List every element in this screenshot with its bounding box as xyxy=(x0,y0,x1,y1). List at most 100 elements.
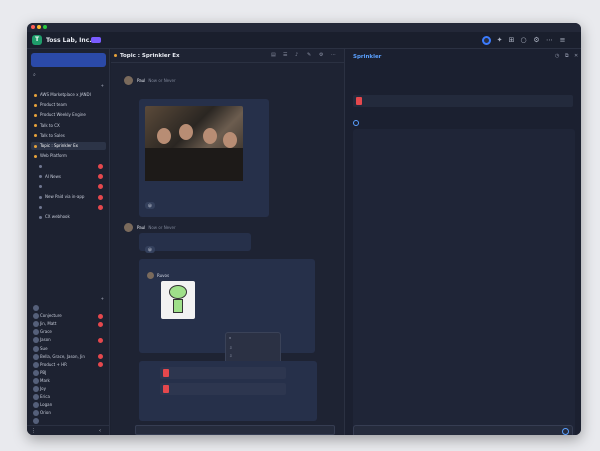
file-attachment[interactable] xyxy=(160,383,286,395)
dm-item[interactable]: Conjecture xyxy=(31,312,106,320)
dm-item-label: PBJ xyxy=(40,369,47,375)
sidebar-item[interactable]: Web Platform xyxy=(31,152,106,160)
sidebar-item-label: Product team xyxy=(40,102,67,108)
sidebar-item[interactable]: New Paid via in-app xyxy=(31,193,106,201)
dm-item[interactable]: Sue xyxy=(31,345,106,353)
avatar[interactable] xyxy=(124,223,133,232)
close-icon[interactable]: ✕ xyxy=(574,53,578,59)
message-meta: Now or Never xyxy=(148,78,176,83)
message-author[interactable]: Paul xyxy=(137,225,145,230)
topic-bullet-icon xyxy=(39,215,42,219)
sidebar-item[interactable] xyxy=(31,162,106,170)
members-icon[interactable]: ☰ xyxy=(283,52,287,58)
notification-icon[interactable]: ✦ xyxy=(495,36,504,45)
avatar xyxy=(33,305,39,311)
dm-item[interactable]: Orion xyxy=(31,409,106,417)
dm-item-label: Jin, Matt xyxy=(40,321,57,327)
dm-section-header[interactable]: + xyxy=(31,295,106,303)
text-message[interactable] xyxy=(139,233,251,251)
pin-icon[interactable]: ✎ xyxy=(307,52,311,58)
topic-bullet-icon xyxy=(34,134,37,138)
bell-icon[interactable]: ♪ xyxy=(295,52,298,58)
search-icon: ⌕ xyxy=(33,72,36,78)
org-chart-icon[interactable]: ⊞ xyxy=(507,36,516,45)
topics-section-header[interactable]: + xyxy=(31,82,106,90)
context-menu-item[interactable]: ⇩ xyxy=(226,344,280,353)
menu-icon[interactable]: ≡ xyxy=(558,36,567,45)
file-attachment[interactable] xyxy=(160,367,286,379)
dm-item[interactable]: Jin, Matt xyxy=(31,320,106,328)
avatar xyxy=(33,313,39,320)
shared-photo[interactable] xyxy=(145,106,243,181)
reaction-chip[interactable]: 😀 xyxy=(145,246,155,253)
search-icon[interactable]: ○ xyxy=(519,36,528,45)
sidebar-item[interactable]: Talk to Sales xyxy=(31,132,106,140)
sidebar-item[interactable]: AI News xyxy=(31,173,106,181)
team-name[interactable]: Toss Lab, Inc. xyxy=(46,37,92,44)
dm-item[interactable]: Joy xyxy=(31,385,106,393)
avatar xyxy=(33,321,39,328)
sidebar-menu-icon[interactable]: ⋮ xyxy=(31,428,36,434)
close-window-button[interactable] xyxy=(31,25,35,29)
zoom-window-button[interactable] xyxy=(43,25,47,29)
promo-banner[interactable] xyxy=(31,53,106,67)
dm-item[interactable]: Jason xyxy=(31,336,106,344)
sidebar-search[interactable]: ⌕ xyxy=(31,71,106,79)
unread-badge xyxy=(98,362,103,368)
topic-bullet-icon xyxy=(39,185,42,189)
dm-item[interactable]: Product + HR xyxy=(31,361,106,369)
dm-item[interactable]: Logan xyxy=(31,401,106,409)
sidebar-item[interactable] xyxy=(31,183,106,191)
message-author[interactable]: Paul xyxy=(137,78,145,83)
avatar[interactable] xyxy=(124,76,133,85)
avatar xyxy=(33,377,39,384)
minimize-window-button[interactable] xyxy=(37,25,41,29)
sidebar-item[interactable]: Talk to CX xyxy=(31,122,106,130)
avatar[interactable] xyxy=(147,272,154,279)
message-input[interactable] xyxy=(135,425,335,435)
sticker-image[interactable] xyxy=(161,281,195,319)
sidebar-footer: ⋮ ‹ xyxy=(27,425,110,435)
sidebar-item-label: CX webhook xyxy=(45,214,70,220)
sidebar-item-label: New Paid via in-app xyxy=(45,194,85,199)
more-icon[interactable]: ⋯ xyxy=(331,52,336,58)
open-icon[interactable]: ⧉ xyxy=(565,53,569,59)
sidebar-item[interactable]: Product team xyxy=(31,101,106,109)
send-icon[interactable] xyxy=(562,428,569,435)
sidebar-item[interactable]: CX webhook xyxy=(31,213,106,221)
reaction-chip[interactable]: 😀 xyxy=(145,202,155,209)
unread-badge xyxy=(98,321,103,327)
sidebar-item[interactable]: Product Weekly Engine xyxy=(31,111,106,119)
dm-item[interactable]: Bella, Grace, Jason, Jin xyxy=(31,353,106,361)
sidebar-item[interactable]: Topic : Sprinkler Ex xyxy=(31,142,106,150)
sidebar-item[interactable] xyxy=(31,203,106,211)
gear-icon[interactable]: ⚙ xyxy=(319,52,323,58)
settings-icon[interactable]: ⚙ xyxy=(532,36,541,45)
dm-item[interactable]: Mark xyxy=(31,377,106,385)
dm-item[interactable] xyxy=(31,304,106,312)
context-menu-item[interactable]: ⇩ xyxy=(226,352,280,361)
pdf-file-icon xyxy=(163,385,169,393)
topic-bullet-icon xyxy=(34,124,37,128)
collapse-icon[interactable]: ‹ xyxy=(99,428,101,434)
add-topic-icon[interactable]: + xyxy=(101,82,104,90)
topic-title[interactable]: Topic : Sprinkler Ex xyxy=(120,53,180,59)
message-header: Paul Now or Never xyxy=(137,78,176,83)
unread-badge xyxy=(98,184,103,190)
history-icon[interactable]: ◷ xyxy=(555,53,559,59)
file-icon[interactable]: ▤ xyxy=(271,52,276,58)
topic-bullet-icon xyxy=(34,103,37,107)
dm-item-label: Joy xyxy=(40,386,46,391)
dm-item[interactable]: Erica xyxy=(31,393,106,401)
selected-file[interactable] xyxy=(353,95,573,107)
add-dm-icon[interactable]: + xyxy=(101,295,104,303)
team-logo-icon[interactable]: T xyxy=(32,35,42,45)
profile-avatar[interactable] xyxy=(482,36,491,45)
dm-item[interactable]: PBJ xyxy=(31,369,106,377)
reply-author[interactable]: Ruvos xyxy=(157,273,169,278)
ai-prompt-input[interactable] xyxy=(353,425,573,435)
dm-item[interactable]: Grace xyxy=(31,328,106,336)
sidebar-item[interactable]: AWS Marketplace x JANDI xyxy=(31,91,106,99)
context-menu-item[interactable]: ❝ xyxy=(226,335,280,344)
more-icon[interactable]: ⋯ xyxy=(545,36,554,45)
